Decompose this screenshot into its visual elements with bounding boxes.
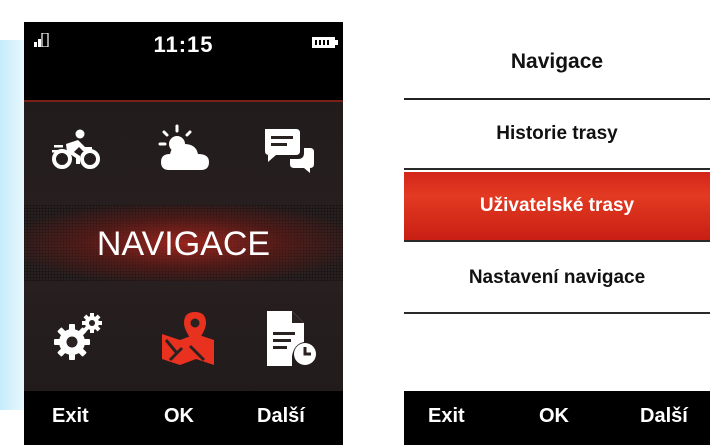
- messages-icon[interactable]: [262, 126, 318, 174]
- battery-icon: [312, 37, 338, 48]
- history-icon[interactable]: [264, 308, 318, 368]
- menu-item-label: Nastavení navigace: [468, 267, 646, 288]
- menu-item-route-history[interactable]: Historie trasy: [404, 100, 710, 170]
- main-menu: NAVIGACE: [24, 100, 343, 396]
- device-screen-main-menu: 11:15 NAVIGACE Exit OK Další: [24, 22, 343, 445]
- exit-button[interactable]: Exit: [428, 405, 465, 428]
- settings-icon[interactable]: [52, 312, 104, 362]
- ok-button[interactable]: OK: [164, 405, 194, 428]
- clock: 11:15: [153, 32, 214, 57]
- next-button[interactable]: Další: [640, 405, 688, 428]
- ok-button[interactable]: OK: [539, 405, 569, 428]
- exit-button[interactable]: Exit: [52, 405, 89, 428]
- map-icon[interactable]: [160, 310, 216, 366]
- empty-list-slot: [404, 318, 710, 392]
- nav-header: Navigace: [404, 22, 710, 100]
- navigation-menu: Historie trasy Uživatelské trasy Nastave…: [404, 100, 710, 392]
- mode-banner[interactable]: NAVIGACE: [24, 205, 343, 281]
- menu-item-label: Historie trasy: [496, 123, 618, 144]
- weather-icon[interactable]: [157, 124, 213, 174]
- page-title: Navigace: [510, 50, 604, 73]
- bicycle-icon[interactable]: [52, 128, 100, 170]
- softkey-bar: Exit OK Další: [404, 391, 710, 445]
- status-bar: 11:15: [24, 22, 343, 92]
- device-screen-navigation: Navigace Historie trasy Uživatelské tras…: [404, 22, 710, 445]
- mode-label: NAVIGACE: [96, 225, 271, 263]
- menu-item-label: Uživatelské trasy: [479, 195, 635, 216]
- menu-item-user-routes[interactable]: Uživatelské trasy: [404, 172, 710, 242]
- next-button[interactable]: Další: [257, 405, 305, 428]
- softkey-bar: Exit OK Další: [24, 391, 343, 445]
- menu-item-navigation-settings[interactable]: Nastavení navigace: [404, 244, 710, 314]
